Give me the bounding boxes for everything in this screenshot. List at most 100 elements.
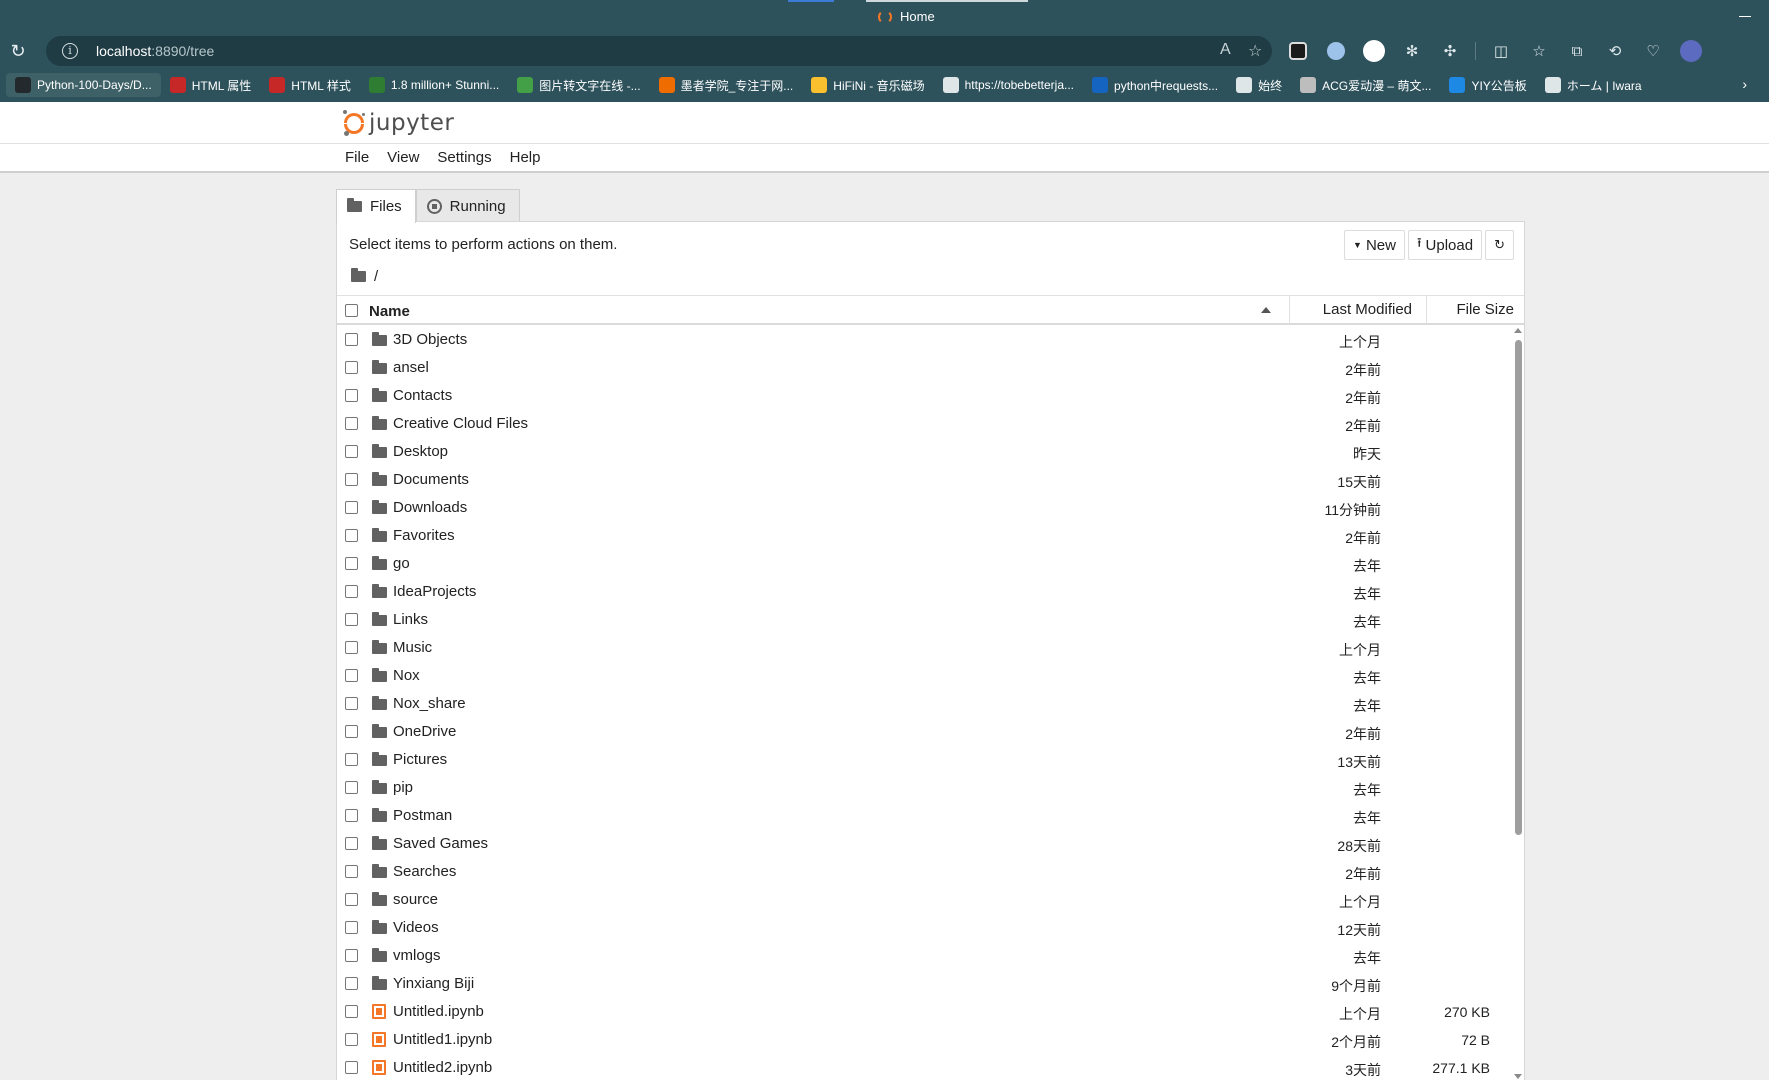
file-name-link[interactable]: ansel	[393, 359, 429, 376]
folder-icon[interactable]	[351, 268, 366, 282]
file-name-link[interactable]: Desktop	[393, 443, 448, 460]
row-checkbox[interactable]	[345, 809, 358, 822]
row-checkbox[interactable]	[345, 585, 358, 598]
row-checkbox[interactable]	[345, 921, 358, 934]
column-header-file-size[interactable]: File Size	[1426, 296, 1524, 324]
upload-button[interactable]: ⭱ Upload	[1407, 230, 1483, 260]
file-name-link[interactable]: Untitled1.ipynb	[393, 1031, 492, 1048]
table-row[interactable]: source 上个月	[337, 886, 1507, 914]
file-name-link[interactable]: OneDrive	[393, 723, 456, 740]
scrollbar-thumb[interactable]	[1515, 340, 1522, 835]
bookmark-item[interactable]: https://tobebetterja...	[934, 73, 1083, 97]
file-name-link[interactable]: vmlogs	[393, 947, 441, 964]
file-name-link[interactable]: Videos	[393, 919, 439, 936]
table-row[interactable]: Searches 2年前	[337, 858, 1507, 886]
bookmark-item[interactable]: python中requests...	[1083, 73, 1227, 98]
extension-eye-icon[interactable]	[1285, 38, 1311, 64]
reload-icon[interactable]: ↻	[8, 41, 28, 61]
table-row[interactable]: Links 去年	[337, 606, 1507, 634]
row-checkbox[interactable]	[345, 1005, 358, 1018]
refresh-button[interactable]: ↻	[1485, 230, 1514, 260]
sort-ascending-icon[interactable]	[1261, 307, 1271, 313]
bookmark-item[interactable]: YIY公告板	[1440, 73, 1535, 98]
file-name-link[interactable]: Untitled2.ipynb	[393, 1059, 492, 1076]
menu-help[interactable]: Help	[510, 149, 541, 166]
table-row[interactable]: Music 上个月	[337, 634, 1507, 662]
bookmark-item[interactable]: Python-100-Days/D...	[6, 73, 161, 97]
file-name-link[interactable]: Links	[393, 611, 428, 628]
file-name-link[interactable]: Saved Games	[393, 835, 488, 852]
file-name-link[interactable]: pip	[393, 779, 413, 796]
table-row[interactable]: Untitled1.ipynb 2个月前 72 B	[337, 1026, 1507, 1054]
history-icon[interactable]: ⟲	[1602, 38, 1628, 64]
bookmark-item[interactable]: HiFiNi - 音乐磁场	[802, 73, 933, 98]
file-name-link[interactable]: 3D Objects	[393, 331, 467, 348]
file-name-link[interactable]: Yinxiang Biji	[393, 975, 474, 992]
tab-files[interactable]: Files	[336, 189, 416, 223]
file-name-link[interactable]: Creative Cloud Files	[393, 415, 528, 432]
select-all-checkbox[interactable]	[345, 304, 358, 317]
table-row[interactable]: Saved Games 28天前	[337, 830, 1507, 858]
column-header-name[interactable]: Name	[369, 303, 410, 320]
performance-icon[interactable]: ♡	[1640, 38, 1666, 64]
menu-file[interactable]: File	[345, 149, 369, 166]
table-row[interactable]: 3D Objects 上个月	[337, 326, 1507, 354]
row-checkbox[interactable]	[345, 781, 358, 794]
split-screen-icon[interactable]: ◫	[1488, 38, 1514, 64]
table-row[interactable]: Documents 15天前	[337, 466, 1507, 494]
row-checkbox[interactable]	[345, 949, 358, 962]
tab-running[interactable]: Running	[415, 189, 520, 222]
scrollbar[interactable]	[1512, 326, 1524, 1080]
row-checkbox[interactable]	[345, 977, 358, 990]
file-name-link[interactable]: IdeaProjects	[393, 583, 476, 600]
row-checkbox[interactable]	[345, 837, 358, 850]
profile-avatar[interactable]	[1678, 38, 1704, 64]
table-row[interactable]: Postman 去年	[337, 802, 1507, 830]
row-checkbox[interactable]	[345, 893, 358, 906]
row-checkbox[interactable]	[345, 389, 358, 402]
file-name-link[interactable]: source	[393, 891, 438, 908]
table-row[interactable]: Downloads 11分钟前	[337, 494, 1507, 522]
table-row[interactable]: Untitled2.ipynb 3天前 277.1 KB	[337, 1054, 1507, 1080]
row-checkbox[interactable]	[345, 529, 358, 542]
row-checkbox[interactable]	[345, 501, 358, 514]
column-header-last-modified[interactable]: Last Modified	[1289, 296, 1426, 324]
browser-tab[interactable]: Home	[878, 9, 935, 24]
row-checkbox[interactable]	[345, 333, 358, 346]
collections-icon[interactable]: ⧉	[1564, 38, 1590, 64]
table-row[interactable]: Contacts 2年前	[337, 382, 1507, 410]
row-checkbox[interactable]	[345, 417, 358, 430]
table-row[interactable]: Pictures 13天前	[337, 746, 1507, 774]
table-row[interactable]: IdeaProjects 去年	[337, 578, 1507, 606]
extension-gear-icon[interactable]: ✻	[1399, 38, 1425, 64]
row-checkbox[interactable]	[345, 1033, 358, 1046]
scroll-down-icon[interactable]	[1514, 1074, 1522, 1079]
table-row[interactable]: Favorites 2年前	[337, 522, 1507, 550]
file-name-link[interactable]: Searches	[393, 863, 456, 880]
file-name-link[interactable]: Untitled.ipynb	[393, 1003, 484, 1020]
row-checkbox[interactable]	[345, 1061, 358, 1074]
table-row[interactable]: Nox 去年	[337, 662, 1507, 690]
new-button[interactable]: ▼ New	[1344, 230, 1405, 260]
row-checkbox[interactable]	[345, 725, 358, 738]
row-checkbox[interactable]	[345, 865, 358, 878]
url-text[interactable]: localhost:8890/tree	[96, 43, 214, 59]
table-row[interactable]: Videos 12天前	[337, 914, 1507, 942]
read-aloud-icon[interactable]: A	[1220, 41, 1231, 59]
file-name-link[interactable]: Nox	[393, 667, 420, 684]
bookmark-item[interactable]: ホーム | Iwara	[1536, 73, 1651, 98]
table-row[interactable]: vmlogs 去年	[337, 942, 1507, 970]
file-name-link[interactable]: Music	[393, 639, 432, 656]
row-checkbox[interactable]	[345, 641, 358, 654]
address-bar[interactable]: i localhost:8890/tree A ☆	[46, 36, 1272, 66]
table-row[interactable]: go 去年	[337, 550, 1507, 578]
favorite-star-icon[interactable]: ☆	[1248, 41, 1262, 61]
row-checkbox[interactable]	[345, 557, 358, 570]
table-row[interactable]: ansel 2年前	[337, 354, 1507, 382]
extensions-puzzle-icon[interactable]: ✣	[1437, 38, 1463, 64]
row-checkbox[interactable]	[345, 613, 358, 626]
file-name-link[interactable]: Favorites	[393, 527, 455, 544]
table-row[interactable]: Untitled.ipynb 上个月 270 KB	[337, 998, 1507, 1026]
bookmark-item[interactable]: HTML 属性	[161, 73, 261, 98]
file-name-link[interactable]: Downloads	[393, 499, 467, 516]
